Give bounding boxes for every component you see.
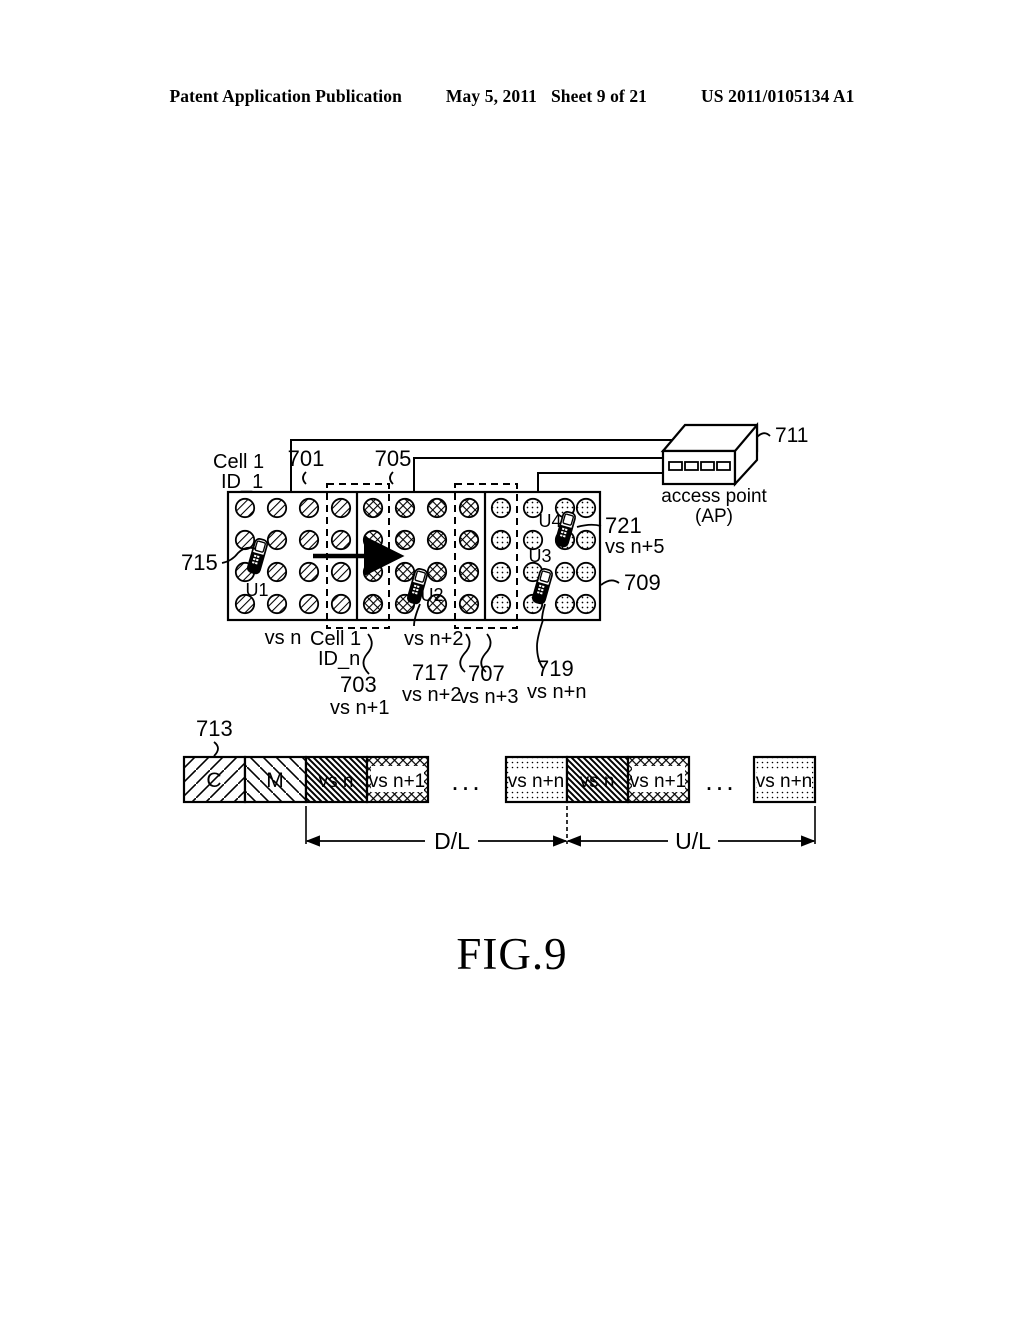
- leader-709: [600, 579, 620, 586]
- span-downlink-label: D/L: [434, 828, 470, 854]
- ref-707: 707: [468, 661, 505, 686]
- cell1-id1-line1: Cell 1: [213, 451, 264, 473]
- label-vs-n1-grid: vs n+1: [330, 697, 389, 719]
- access-point-label-line2: (AP): [695, 506, 733, 527]
- label-vs-n3: vs n+3: [459, 686, 518, 708]
- frame-label-vs-n-b: vs n: [580, 771, 615, 792]
- ref-713: 713: [196, 716, 233, 741]
- terminal-u3-label: U3: [528, 546, 551, 566]
- ref-705: 705: [375, 446, 412, 471]
- figure-caption: FIG.9: [456, 929, 568, 979]
- cell1-idn-line2: ID_n: [318, 648, 360, 670]
- label-vs-n-grid: vs n: [265, 627, 302, 649]
- frame-label-c: C: [206, 769, 221, 792]
- ap-connection-lines: [290, 439, 683, 492]
- ref-719: 719: [537, 656, 574, 681]
- label-vs-n5: vs n+5: [605, 536, 664, 558]
- frame-label-vs-n1: vs n+1: [369, 771, 426, 792]
- label-vs-n2b: vs n+2: [402, 684, 461, 706]
- terminal-u4-label: U4: [538, 511, 561, 531]
- ref-715: 715: [181, 550, 218, 575]
- leader-705: [389, 471, 394, 485]
- frame-ellipsis-2: ...: [705, 766, 737, 796]
- leader-703: [362, 633, 373, 675]
- ref-711: 711: [775, 424, 808, 447]
- label-vs-nn-grid: vs n+n: [527, 681, 586, 703]
- frame-label-vs-n: vs n: [319, 771, 354, 792]
- leader-713: [213, 741, 219, 757]
- terminal-u2-label: U2: [420, 585, 443, 605]
- ref-721: 721: [605, 513, 642, 538]
- span-uplink-label: U/L: [675, 828, 711, 854]
- terminal-u1-label: U1: [245, 580, 268, 600]
- frame-ellipsis-1: ...: [451, 766, 483, 796]
- span-uplink: U/L: [566, 828, 816, 854]
- span-guides: [305, 806, 816, 844]
- frame-label-vs-nn-a: vs n+n: [508, 771, 565, 792]
- connector-line-701: [290, 439, 683, 492]
- ref-717: 717: [412, 660, 449, 685]
- frame-label-vs-nn-b: vs n+n: [756, 771, 813, 792]
- ref-701: 701: [288, 446, 325, 471]
- ref-703: 703: [340, 672, 377, 697]
- cell1-idn-line1: Cell 1: [310, 628, 361, 650]
- label-vs-n2-grid: vs n+2: [404, 628, 463, 650]
- frame-label-vs-n1-b: vs n+1: [630, 771, 687, 792]
- span-downlink: D/L: [305, 828, 568, 854]
- leader-701: [302, 471, 307, 485]
- access-point-label-line1: access point: [661, 486, 767, 507]
- frame-label-m: M: [266, 769, 284, 792]
- ref-709: 709: [624, 570, 661, 595]
- access-point-box: [660, 421, 759, 487]
- leader-711: [756, 432, 771, 438]
- figure-9-drawing: 711 access point (AP) U1 U2 U3 U4 Cell 1…: [0, 0, 1024, 1320]
- cell1-id1-line2: ID_1: [221, 471, 263, 493]
